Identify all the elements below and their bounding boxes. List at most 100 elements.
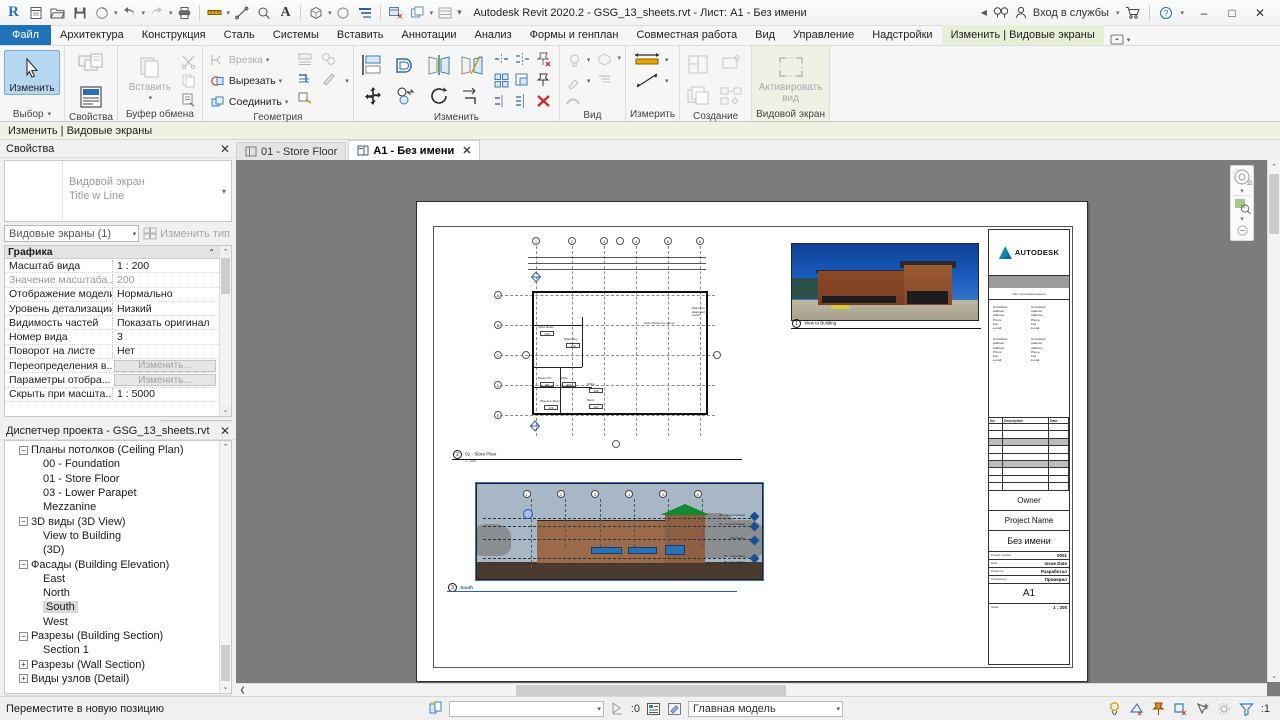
tree-node[interactable]: View to Building — [5, 529, 219, 543]
cut-scissors-icon[interactable] — [180, 52, 198, 70]
revit-logo-icon[interactable]: R — [3, 2, 24, 23]
reveal-hidden-button[interactable]: ▾ — [564, 50, 593, 70]
redo-icon[interactable] — [146, 2, 167, 23]
tab-structure[interactable]: Конструкция — [133, 25, 215, 45]
steering-wheel-icon[interactable]: 2D — [1231, 168, 1253, 187]
property-value[interactable]: Показать оригинал — [112, 316, 219, 329]
new-file-icon[interactable] — [25, 2, 46, 23]
minimize-button[interactable]: – — [1190, 1, 1218, 25]
editable-only-icon[interactable] — [667, 701, 682, 716]
split-face-icon[interactable] — [296, 50, 314, 68]
property-row[interactable]: Видимость частей Показать оригинал — [5, 316, 219, 331]
navigation-bar[interactable]: 2D ▾ ▾ — [1230, 165, 1254, 241]
filter-icon[interactable] — [1238, 701, 1254, 716]
settings-gear-icon[interactable] — [1217, 701, 1232, 716]
property-value[interactable]: Низкий — [112, 302, 219, 315]
tree-node[interactable]: Mezzanine — [5, 500, 219, 514]
array-icon[interactable] — [493, 71, 511, 89]
tree-node[interactable]: − Планы потолков (Ceiling Plan) — [5, 443, 219, 457]
sheet-page[interactable]: 1 2 3 4 5 6 A B C D E 104 Store Room 103… — [416, 201, 1088, 682]
tab-annotate[interactable]: Аннотации — [393, 25, 466, 45]
trim-single-icon[interactable] — [493, 50, 511, 68]
tree-node[interactable]: North — [5, 586, 219, 600]
tab-modify-viewports[interactable]: Изменить | Видовые экраны — [941, 25, 1104, 45]
expander-icon[interactable]: − — [19, 445, 28, 455]
category-selector[interactable]: Видовые экраны (1) ▾ — [4, 225, 140, 242]
expander-icon[interactable]: − — [19, 560, 28, 570]
property-row[interactable]: Номер вида 3 — [5, 330, 219, 345]
split-element-icon[interactable] — [493, 92, 511, 110]
expander-icon[interactable]: + — [19, 674, 28, 684]
edit-type-button[interactable]: Изменить тип — [143, 227, 232, 240]
canvas-horizontal-scrollbar[interactable]: ❮ — [236, 683, 1267, 696]
unpin-icon[interactable] — [535, 50, 553, 68]
drawing-canvas[interactable]: 01 - Store Floor A1 - Без имени ✕ 1 2 3 … — [236, 140, 1280, 696]
tag-icon[interactable] — [253, 2, 274, 23]
undo-icon[interactable] — [119, 2, 140, 23]
property-edit-button[interactable]: Изменить... — [114, 374, 216, 387]
sign-in-chevron-icon[interactable]: ▾ — [1116, 9, 1120, 17]
property-value[interactable]: Нет — [112, 345, 219, 358]
activate-view-button[interactable]: Активировать вид — [758, 50, 824, 104]
view-tab-close-icon[interactable]: ✕ — [462, 144, 471, 157]
exclude-options-icon[interactable] — [610, 701, 625, 716]
scale-icon[interactable] — [514, 71, 532, 89]
property-row[interactable]: Параметры отобра... Изменить... — [5, 373, 219, 388]
section-icon[interactable] — [333, 2, 354, 23]
tree-node[interactable]: − Разрезы (Building Section) — [5, 629, 219, 643]
create-part-icon[interactable] — [717, 50, 747, 80]
select-by-face-icon[interactable] — [1173, 701, 1188, 716]
maximize-button[interactable]: □ — [1218, 1, 1246, 25]
tree-node[interactable]: + Разрезы (Wall Section) — [5, 657, 219, 671]
tree-node[interactable]: 03 - Lower Parapet — [5, 486, 219, 500]
scroll-up-icon[interactable]: ⌃ — [220, 246, 231, 258]
tree-node[interactable]: − Фасады (Building Elevation) — [5, 557, 219, 571]
demolish-icon[interactable] — [320, 69, 338, 87]
tab-addins[interactable]: Надстройки — [863, 25, 941, 45]
help-chevron-icon[interactable]: ▾ — [1180, 9, 1184, 17]
tile-windows-icon[interactable] — [434, 2, 455, 23]
scroll-down-icon[interactable]: ⌄ — [220, 681, 231, 693]
group-collapse-icon[interactable]: ⌃ — [208, 248, 219, 257]
paste-button[interactable]: Вставить ▾ — [122, 50, 178, 104]
render-box-icon[interactable] — [595, 50, 613, 68]
property-row[interactable]: Уровень детализации Низкий — [5, 302, 219, 317]
paint-icon[interactable] — [296, 88, 314, 106]
tab-architecture[interactable]: Архитектура — [51, 25, 133, 45]
pin-icon[interactable] — [535, 71, 553, 89]
print-icon[interactable] — [174, 2, 195, 23]
expander-icon[interactable]: + — [19, 660, 28, 670]
zoom-icon[interactable] — [1231, 197, 1253, 215]
type-selector-chevron-icon[interactable]: ▾ — [217, 161, 231, 221]
scroll-thumb[interactable] — [1269, 174, 1279, 234]
join-button[interactable]: Соединить ▾ — [207, 92, 290, 112]
move-icon[interactable] — [358, 81, 388, 111]
design-options-select[interactable]: ▾ — [448, 700, 604, 717]
tab-collaborate[interactable]: Совместная работа — [627, 25, 746, 45]
tree-node[interactable]: East — [5, 572, 219, 586]
project-browser-close-icon[interactable]: ✕ — [218, 425, 232, 437]
measure-along-element-button[interactable]: ▾ — [630, 71, 671, 91]
expander-icon[interactable]: − — [19, 631, 28, 641]
scroll-thumb[interactable] — [221, 645, 230, 681]
viewport-floor-plan[interactable]: 1 2 3 4 5 6 A B C D E 104 Store Room 103… — [494, 237, 721, 448]
select-pinned-icon[interactable] — [1151, 701, 1166, 716]
property-row[interactable]: Отображение модели Нормально — [5, 288, 219, 302]
panel-collapse-icon[interactable]: ◀ — [981, 8, 987, 17]
property-row[interactable]: Значение масштаба... 200 — [5, 273, 219, 288]
linework-icon[interactable] — [564, 92, 582, 110]
design-options-icon[interactable] — [428, 701, 443, 716]
close-button[interactable]: ✕ — [1246, 1, 1274, 25]
property-row[interactable]: Масштаб вида 1 : 200 — [5, 259, 219, 274]
property-row[interactable]: Скрыть при масшта... 1 : 5000 — [5, 388, 219, 402]
canvas-vertical-scrollbar[interactable]: ⌃ ⌄ — [1267, 160, 1280, 682]
active-workset-select[interactable]: Главная модель ▾ — [688, 700, 844, 717]
delete-icon[interactable] — [535, 92, 553, 110]
thin-lines-icon[interactable] — [355, 2, 376, 23]
align-icon[interactable] — [358, 50, 388, 80]
select-underlay-icon[interactable] — [1129, 701, 1144, 716]
property-value[interactable]: Нормально — [112, 288, 219, 301]
tab-massing-site[interactable]: Формы и генплан — [521, 25, 628, 45]
drag-elements-icon[interactable] — [1195, 701, 1210, 716]
tab-systems[interactable]: Системы — [264, 25, 328, 45]
